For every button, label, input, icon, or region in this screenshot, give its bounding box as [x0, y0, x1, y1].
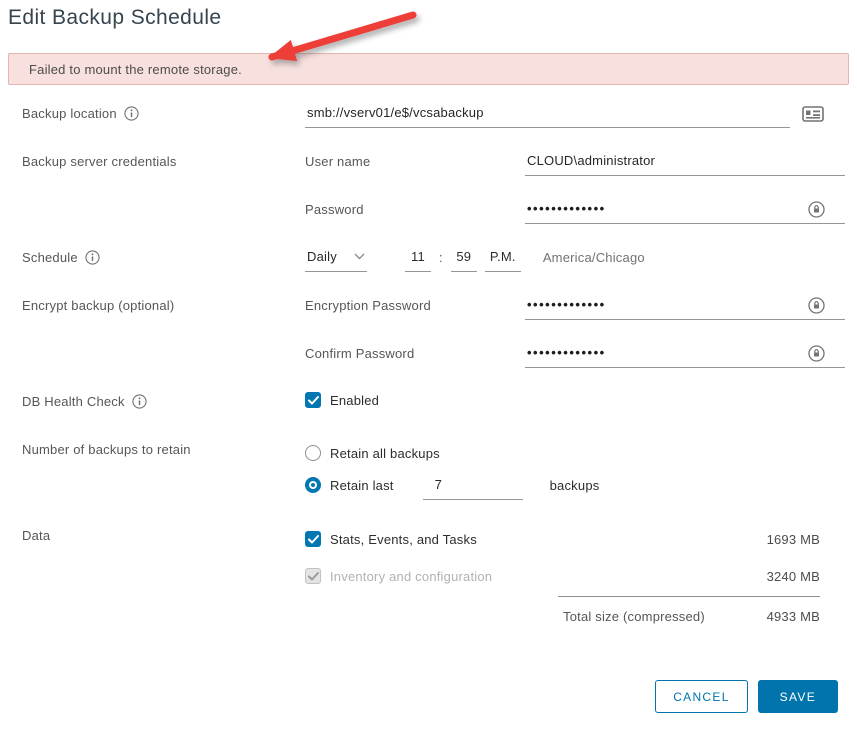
encryption-password-subrow: Encryption Password ••••••••••••• [305, 296, 845, 330]
meridiem-select[interactable]: P.M. [484, 248, 521, 272]
db-health-label: DB Health Check [22, 394, 125, 409]
confirm-password-input[interactable]: ••••••••••••• [525, 344, 845, 368]
info-icon[interactable] [85, 250, 100, 265]
backup-location-row: Backup location smb://vserv01/e$/vcsabac… [22, 104, 857, 138]
show-password-icon[interactable] [808, 201, 825, 218]
data-inventory-row: Inventory and configuration 3240 MB [305, 563, 845, 589]
check-icon [307, 395, 319, 404]
retain-last-label: Retain last [330, 478, 394, 493]
check-icon [307, 571, 319, 580]
backup-location-label: Backup location [22, 106, 117, 121]
edit-backup-schedule-dialog: Edit Backup Schedule Failed to mount the… [0, 0, 857, 730]
data-label: Data [22, 528, 51, 543]
retain-all-option: Retain all backups [305, 440, 845, 466]
encrypt-label: Encrypt backup (optional) [22, 298, 175, 313]
username-input[interactable]: CLOUD\administrator [525, 152, 845, 176]
inventory-size: 3240 MB [766, 568, 820, 584]
inventory-checkbox [305, 568, 321, 584]
password-input[interactable]: ••••••••••••• [525, 200, 845, 224]
total-label: Total size (compressed) [563, 609, 705, 624]
username-subrow: User name CLOUD\administrator [305, 152, 845, 186]
credentials-row: Backup server credentials User name CLOU… [22, 152, 857, 234]
retain-last-radio[interactable] [305, 477, 321, 493]
encryption-password-input[interactable]: ••••••••••••• [525, 296, 845, 320]
retain-count-input[interactable]: 7 [422, 476, 523, 500]
total-row: Total size (compressed) 4933 MB [563, 609, 845, 624]
encryption-password-label: Encryption Password [305, 298, 431, 313]
chevron-down-icon [354, 253, 365, 260]
db-health-checkbox[interactable] [305, 392, 321, 408]
confirm-password-label: Confirm Password [305, 346, 415, 361]
retain-all-radio[interactable] [305, 445, 321, 461]
retain-last-option: Retain last 7 backups [305, 476, 845, 500]
cancel-button[interactable]: CANCEL [655, 680, 748, 713]
total-size: 4933 MB [766, 609, 820, 624]
error-message: Failed to mount the remote storage. [29, 61, 242, 77]
retain-all-label: Retain all backups [330, 445, 440, 461]
save-button[interactable]: SAVE [757, 680, 838, 713]
data-stats-row: Stats, Events, and Tasks 1693 MB [305, 526, 845, 552]
username-label: User name [305, 154, 371, 169]
show-password-icon[interactable] [808, 297, 825, 314]
minute-input[interactable]: 59 [450, 248, 477, 272]
stats-checkbox-label: Stats, Events, and Tasks [330, 531, 477, 547]
stats-checkbox[interactable] [305, 531, 321, 547]
credentials-label: Backup server credentials [22, 154, 177, 169]
frequency-value: Daily [307, 249, 337, 264]
password-label: Password [305, 202, 364, 217]
db-health-checkbox-label: Enabled [330, 392, 380, 408]
retention-row: Number of backups to retain Retain all b… [22, 440, 857, 500]
show-password-icon[interactable] [808, 345, 825, 362]
timezone-label: America/Chicago [542, 250, 645, 265]
hour-input[interactable]: 11 [405, 248, 431, 272]
error-banner: Failed to mount the remote storage. [8, 53, 849, 85]
page-title: Edit Backup Schedule [8, 6, 222, 29]
backup-location-input[interactable]: smb://vserv01/e$/vcsabackup [305, 104, 790, 128]
inventory-checkbox-label: Inventory and configuration [330, 568, 493, 584]
data-row: Data Stats, Events, and Tasks 1693 MB In… [22, 526, 857, 624]
total-divider [558, 596, 820, 597]
schedule-row: Schedule Daily 11 : 59 P.M. America/Chic… [22, 248, 857, 282]
frequency-select[interactable]: Daily [305, 248, 367, 272]
info-icon[interactable] [124, 106, 139, 121]
password-subrow: Password ••••••••••••• [305, 200, 845, 234]
encrypt-row: Encrypt backup (optional) Encryption Pas… [22, 296, 857, 378]
stats-size: 1693 MB [766, 531, 820, 547]
confirm-password-subrow: Confirm Password ••••••••••••• [305, 344, 845, 378]
address-card-icon[interactable] [802, 106, 824, 122]
retain-suffix-label: backups [549, 478, 600, 493]
retention-label: Number of backups to retain [22, 442, 191, 457]
db-health-row: DB Health Check Enabled [22, 392, 857, 418]
info-icon[interactable] [132, 394, 147, 409]
time-separator: : [439, 250, 443, 265]
schedule-label: Schedule [22, 250, 78, 265]
dialog-footer: CANCEL SAVE [655, 680, 838, 713]
check-icon [307, 534, 319, 543]
backup-schedule-form: Backup location smb://vserv01/e$/vcsabac… [22, 104, 857, 624]
